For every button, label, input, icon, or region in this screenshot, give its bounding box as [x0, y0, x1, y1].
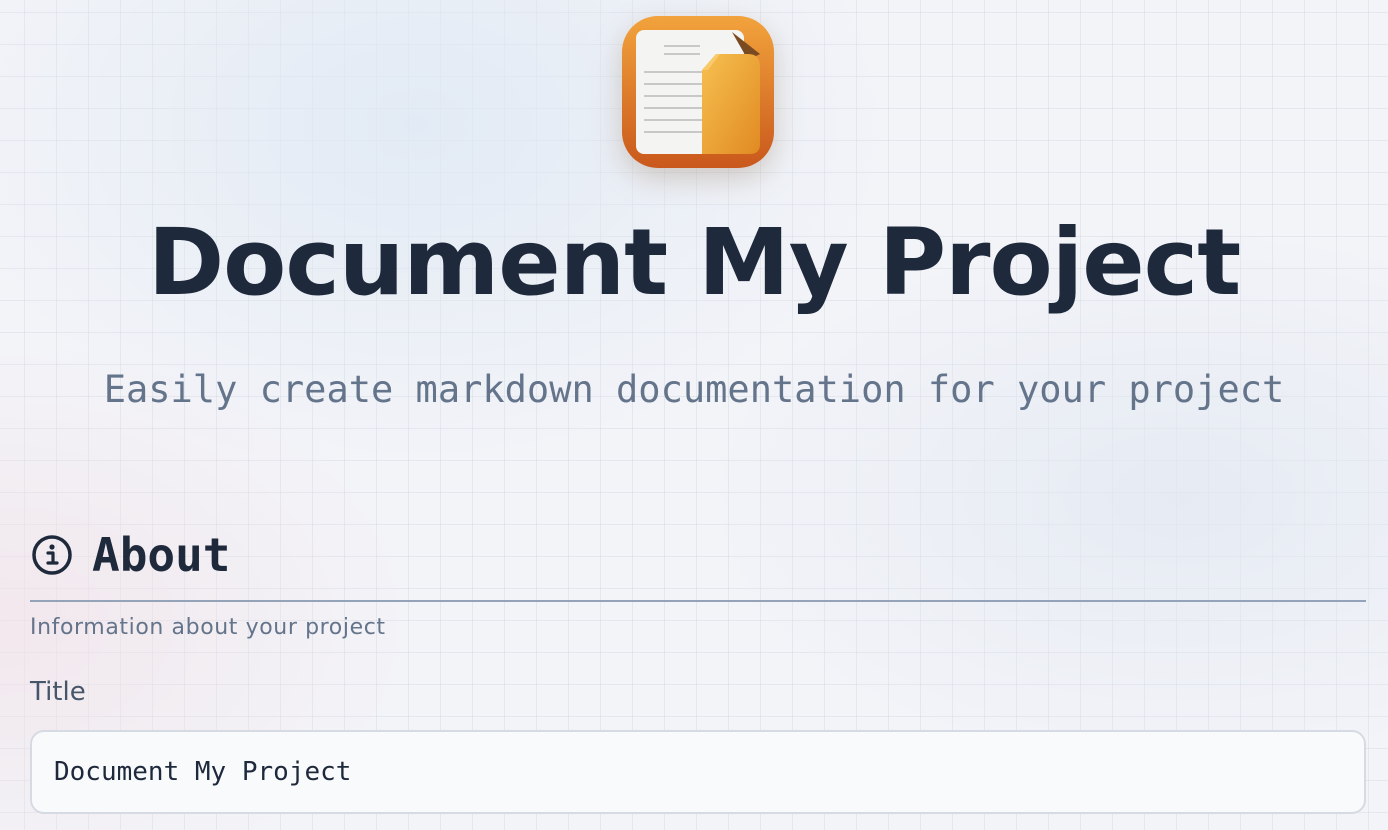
section-title: About — [92, 528, 231, 582]
title-input[interactable] — [30, 730, 1366, 814]
info-icon — [32, 535, 72, 575]
section-description: Information about your project — [30, 615, 386, 640]
app-icon — [622, 16, 774, 168]
about-section-header: About — [30, 528, 1366, 602]
title-field-label: Title — [30, 677, 86, 707]
page-subtitle: Easily create markdown documentation for… — [103, 368, 1285, 411]
page-title: Document My Project — [147, 209, 1241, 316]
